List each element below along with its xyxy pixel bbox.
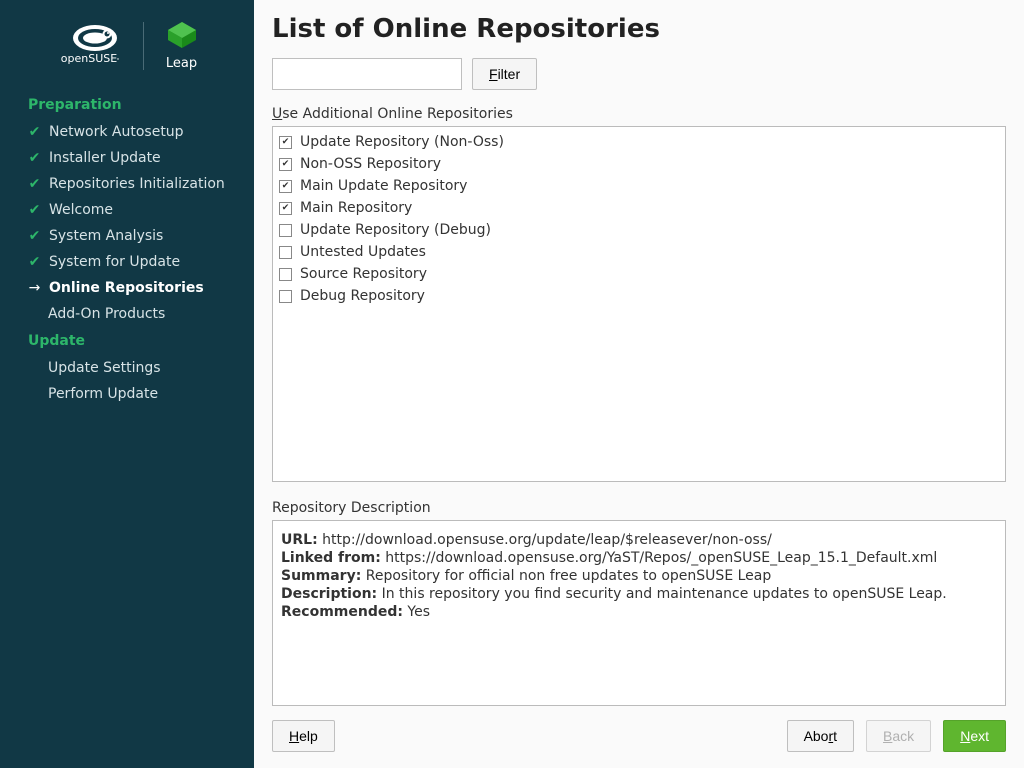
sidebar-item-label: Welcome — [49, 202, 113, 218]
arrow-right-icon: → — [28, 280, 41, 296]
sidebar-item-label: Installer Update — [49, 150, 161, 166]
help-button[interactable]: Help — [272, 720, 335, 752]
leap-logo: Leap — [164, 20, 200, 71]
sidebar: openSUSE Leap Preparation ✔ Network Autose… — [0, 0, 254, 768]
checkbox[interactable] — [279, 158, 292, 171]
back-button[interactable]: Back — [866, 720, 931, 752]
filter-input[interactable] — [272, 58, 462, 90]
check-icon: ✔ — [28, 176, 41, 192]
sidebar-item[interactable]: ✔ System Analysis — [0, 223, 254, 249]
repo-label: Update Repository (Non-Oss) — [300, 133, 504, 151]
repo-list-label: Use Additional Online Repositories — [272, 106, 1006, 122]
sidebar-item-label: System for Update — [49, 254, 180, 270]
checkbox[interactable] — [279, 224, 292, 237]
sidebar-item-label: System Analysis — [49, 228, 163, 244]
check-icon: ✔ — [28, 254, 41, 270]
sidebar-item[interactable]: Update Settings — [0, 355, 254, 381]
repo-row[interactable]: Update Repository (Debug) — [273, 219, 1005, 241]
sidebar-item-label: Perform Update — [48, 386, 158, 402]
repo-row[interactable]: Debug Repository — [273, 285, 1005, 307]
filter-row: Filter — [272, 58, 1006, 90]
section-header: Preparation — [0, 91, 254, 119]
repo-row[interactable]: Main Update Repository — [273, 175, 1005, 197]
checkbox[interactable] — [279, 136, 292, 149]
svg-text:openSUSE: openSUSE — [60, 52, 116, 65]
checkbox[interactable] — [279, 290, 292, 303]
repo-label: Non-OSS Repository — [300, 155, 441, 173]
repo-row[interactable]: Source Repository — [273, 263, 1005, 285]
logo-divider — [143, 22, 144, 70]
sidebar-item[interactable]: ✔ Network Autosetup — [0, 119, 254, 145]
sidebar-item[interactable]: ✔ Installer Update — [0, 145, 254, 171]
repo-row[interactable]: Non-OSS Repository — [273, 153, 1005, 175]
repo-label: Main Repository — [300, 199, 412, 217]
logo-area: openSUSE Leap — [0, 12, 254, 91]
repo-row[interactable]: Main Repository — [273, 197, 1005, 219]
check-icon: ✔ — [28, 124, 41, 140]
repo-label: Untested Updates — [300, 243, 426, 261]
checkbox[interactable] — [279, 202, 292, 215]
main-panel: List of Online Repositories Filter Use A… — [254, 0, 1024, 768]
footer: Help Abort Back Next — [272, 708, 1006, 752]
description-label: Repository Description — [272, 500, 1006, 516]
sidebar-item-label: Add-On Products — [48, 306, 165, 322]
repo-label: Source Repository — [300, 265, 427, 283]
check-icon: ✔ — [28, 228, 41, 244]
repo-label: Main Update Repository — [300, 177, 467, 195]
filter-button[interactable]: Filter — [472, 58, 537, 90]
sidebar-item-label: Update Settings — [48, 360, 161, 376]
leap-label: Leap — [164, 56, 200, 71]
sidebar-item[interactable]: → Online Repositories — [0, 275, 254, 301]
abort-button[interactable]: Abort — [787, 720, 854, 752]
description-box: URL: http://download.opensuse.org/update… — [272, 520, 1006, 706]
sidebar-item-label: Repositories Initialization — [49, 176, 225, 192]
repo-row[interactable]: Update Repository (Non-Oss) — [273, 131, 1005, 153]
sidebar-item-label: Online Repositories — [49, 280, 204, 296]
sidebar-item[interactable]: Add-On Products — [0, 301, 254, 327]
check-icon: ✔ — [28, 202, 41, 218]
section-header: Update — [0, 327, 254, 355]
repo-label: Debug Repository — [300, 287, 425, 305]
page-title: List of Online Repositories — [272, 14, 1006, 44]
repo-listbox[interactable]: Update Repository (Non-Oss) Non-OSS Repos… — [272, 126, 1006, 482]
next-button[interactable]: Next — [943, 720, 1006, 752]
sidebar-item[interactable]: ✔ System for Update — [0, 249, 254, 275]
sidebar-item[interactable]: Perform Update — [0, 381, 254, 407]
opensuse-logo: openSUSE — [55, 22, 123, 70]
repo-label: Update Repository (Debug) — [300, 221, 491, 239]
repo-row[interactable]: Untested Updates — [273, 241, 1005, 263]
checkbox[interactable] — [279, 268, 292, 281]
sidebar-item-label: Network Autosetup — [49, 124, 184, 140]
checkbox[interactable] — [279, 246, 292, 259]
checkbox[interactable] — [279, 180, 292, 193]
sidebar-item[interactable]: ✔ Welcome — [0, 197, 254, 223]
sidebar-item[interactable]: ✔ Repositories Initialization — [0, 171, 254, 197]
check-icon: ✔ — [28, 150, 41, 166]
